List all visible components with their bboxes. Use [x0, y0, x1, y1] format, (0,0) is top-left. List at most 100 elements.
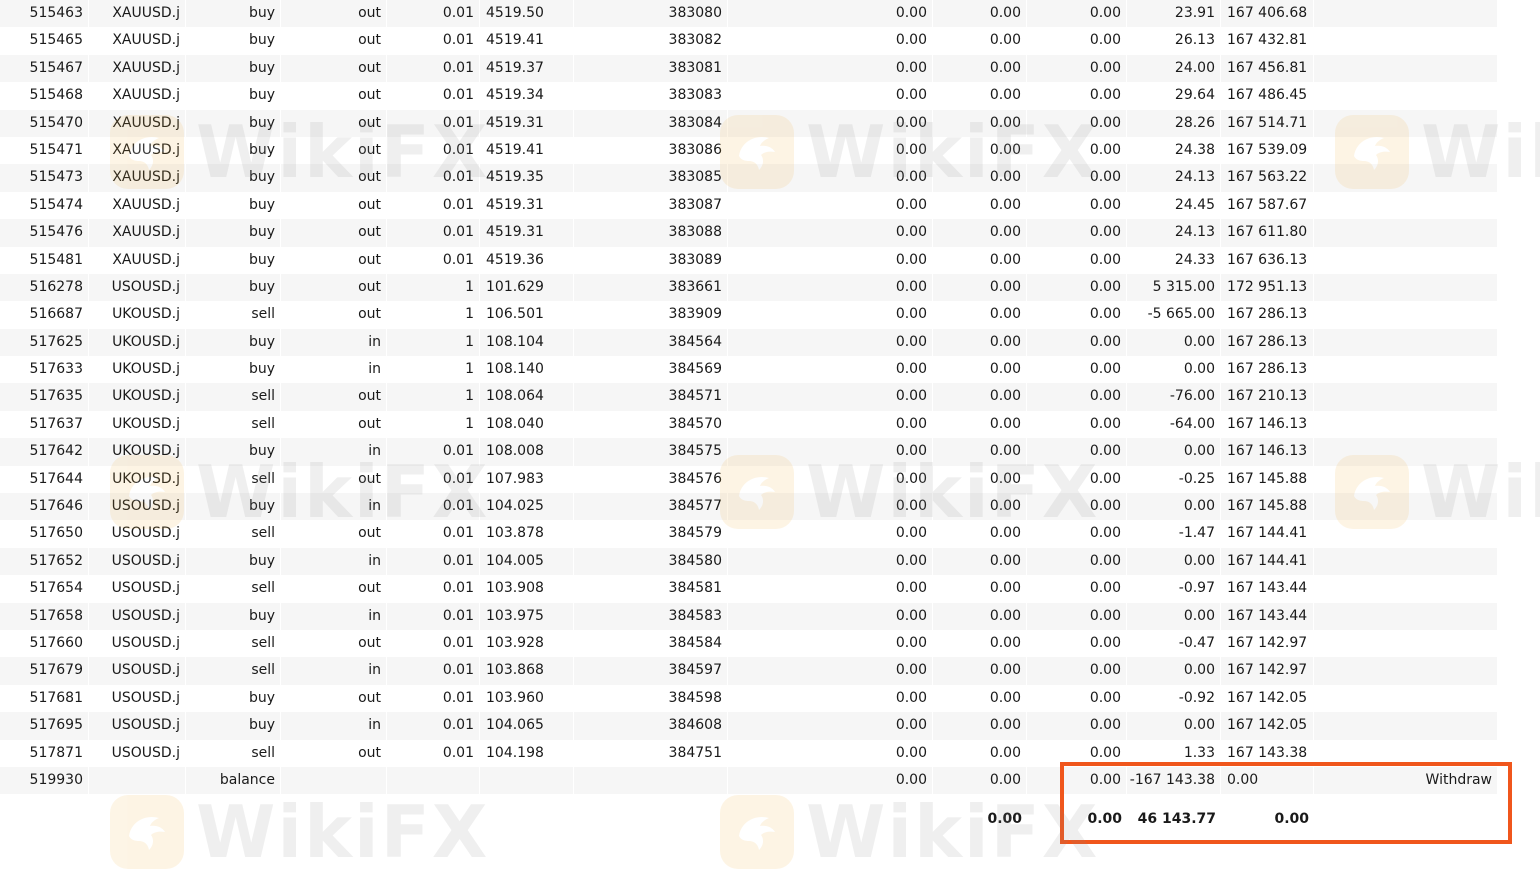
table-row[interactable]: 516278 USOUSD.j buy out 1 101.629 383661 0.00 0.…	[0, 273, 1498, 302]
table-row[interactable]: 517644 UKOUSD.j sell out 0.01 107.983 384576 0.…	[0, 465, 1498, 494]
table-row[interactable]: 515467 XAUUSD.j buy out 0.01 4519.37 383081 0.0…	[0, 54, 1498, 83]
cell-comment	[1314, 657, 1498, 685]
cell-order: 383909	[574, 301, 728, 329]
cell-price: 4519.50	[480, 0, 574, 28]
cell-profit: -1.47	[1127, 520, 1221, 548]
table-row[interactable]: 515473 XAUUSD.j buy out 0.01 4519.35 383085 0.0…	[0, 164, 1498, 192]
cell-direction: out	[281, 164, 387, 192]
table-row[interactable]: 517681 USOUSD.j buy out 0.01 103.960 384598 0.0…	[0, 684, 1498, 713]
table-row[interactable]: 515471 XAUUSD.j buy out 0.01 4519.41 383086 0.0…	[0, 136, 1498, 165]
table-row[interactable]: 517871 USOUSD.j sell out 0.01 104.198 384751 0.…	[0, 739, 1498, 767]
cell-price: 104.065	[480, 712, 574, 740]
cell-direction	[281, 766, 387, 795]
cell-swap: 0.00	[1027, 684, 1127, 713]
table-row[interactable]: 517646 USOUSD.j buy in 0.01 104.025 384577 0.00…	[0, 493, 1498, 521]
table-row[interactable]: 517642 UKOUSD.j buy in 0.01 108.008 384575 0.00…	[0, 438, 1498, 466]
cell-direction: in	[281, 712, 387, 740]
cell-direction: out	[281, 219, 387, 247]
cell-volume: 1	[387, 328, 480, 357]
cell-order: 383081	[574, 54, 728, 83]
cell-order: 383086	[574, 136, 728, 165]
cell-deal: 515470	[0, 109, 89, 137]
cell-direction: in	[281, 328, 387, 357]
table-row[interactable]: 515468 XAUUSD.j buy out 0.01 4519.34 383083 0.0…	[0, 82, 1498, 110]
cell-direction: out	[281, 410, 387, 439]
cell-deal: 517695	[0, 712, 89, 740]
cell-profit: 24.45	[1127, 191, 1221, 220]
table-row[interactable]: 517658 USOUSD.j buy in 0.01 103.975 384583 0.00…	[0, 602, 1498, 630]
cell-type: sell	[186, 410, 281, 439]
cell-fee: 0.00	[933, 109, 1027, 137]
cell-deal: 515467	[0, 54, 89, 83]
cell-order: 384598	[574, 684, 728, 713]
cell-profit: 29.64	[1127, 82, 1221, 110]
cell-symbol: UKOUSD.j	[89, 328, 186, 357]
cell-fee: 0.00	[933, 575, 1027, 603]
cell-balance: 167 432.81	[1221, 27, 1314, 55]
cell-volume: 0.01	[387, 547, 480, 576]
cell-order: 383080	[574, 0, 728, 28]
table-row[interactable]: 517654 USOUSD.j sell out 0.01 103.908 384581 0.…	[0, 575, 1498, 603]
cell-order: 384575	[574, 438, 728, 466]
cell-volume: 0.01	[387, 602, 480, 630]
cell-price: 4519.41	[480, 136, 574, 165]
table-row[interactable]: 519930 balance 0.00 0.00 0.00 -167 143.38 0.00…	[0, 766, 1498, 795]
cell-swap: 0.00	[1027, 520, 1127, 548]
cell-symbol: XAUUSD.j	[89, 27, 186, 55]
cell-price: 108.064	[480, 383, 574, 411]
cell-comment	[1314, 273, 1498, 302]
cell-balance: 167 146.13	[1221, 438, 1314, 466]
table-row[interactable]: 517660 USOUSD.j sell out 0.01 103.928 384584 0.…	[0, 629, 1498, 658]
cell-fee: 0.00	[933, 27, 1027, 55]
cell-order: 383089	[574, 246, 728, 274]
cell-deal: 517660	[0, 629, 89, 658]
cell-balance: 172 951.13	[1221, 273, 1314, 302]
cell-commission: 0.00	[728, 575, 933, 603]
cell-symbol: UKOUSD.j	[89, 356, 186, 384]
total-profit: 46 143.77	[1137, 811, 1216, 828]
cell-swap: 0.00	[1027, 27, 1127, 55]
table-row[interactable]: 515474 XAUUSD.j buy out 0.01 4519.31 383087 0.0…	[0, 191, 1498, 220]
cell-comment	[1314, 246, 1498, 274]
cell-comment	[1314, 0, 1498, 28]
cell-fee: 0.00	[933, 629, 1027, 658]
cell-fee: 0.00	[933, 273, 1027, 302]
table-row[interactable]: 515476 XAUUSD.j buy out 0.01 4519.31 383088 0.0…	[0, 219, 1498, 247]
cell-type: sell	[186, 629, 281, 658]
cell-direction: out	[281, 0, 387, 28]
cell-balance: 167 563.22	[1221, 164, 1314, 192]
cell-deal: 517658	[0, 602, 89, 630]
cell-balance: 167 406.68	[1221, 0, 1314, 28]
cell-deal: 517652	[0, 547, 89, 576]
table-row[interactable]: 515481 XAUUSD.j buy out 0.01 4519.36 383089 0.0…	[0, 246, 1498, 274]
cell-price: 103.960	[480, 684, 574, 713]
cell-direction: out	[281, 136, 387, 165]
table-row[interactable]: 517633 UKOUSD.j buy in 1 108.140 384569 0.00 0.0…	[0, 356, 1498, 384]
cell-symbol: USOUSD.j	[89, 712, 186, 740]
table-row[interactable]: 517650 USOUSD.j sell out 0.01 103.878 384579 0.…	[0, 520, 1498, 548]
cell-balance: 167 486.45	[1221, 82, 1314, 110]
cell-fee: 0.00	[933, 246, 1027, 274]
table-row[interactable]: 517679 USOUSD.j sell in 0.01 103.868 384597 0.0…	[0, 657, 1498, 685]
cell-direction: out	[281, 383, 387, 411]
cell-order: 384579	[574, 520, 728, 548]
table-row[interactable]: 515470 XAUUSD.j buy out 0.01 4519.31 383084 0.0…	[0, 109, 1498, 137]
cell-profit: -0.47	[1127, 629, 1221, 658]
table-row[interactable]: 517695 USOUSD.j buy in 0.01 104.065 384608 0.00…	[0, 712, 1498, 740]
cell-profit: 24.00	[1127, 54, 1221, 83]
cell-direction: out	[281, 739, 387, 767]
table-row[interactable]: 517652 USOUSD.j buy in 0.01 104.005 384580 0.00…	[0, 547, 1498, 576]
cell-volume: 1	[387, 383, 480, 411]
cell-price: 4519.36	[480, 246, 574, 274]
cell-direction: out	[281, 575, 387, 603]
cell-price: 4519.41	[480, 27, 574, 55]
table-row[interactable]: 515465 XAUUSD.j buy out 0.01 4519.41 383082 0.0…	[0, 27, 1498, 55]
cell-swap: 0.00	[1027, 191, 1127, 220]
table-row[interactable]: 516687 UKOUSD.j sell out 1 106.501 383909 0.00 0…	[0, 301, 1498, 329]
cell-swap: 0.00	[1027, 465, 1127, 494]
table-row[interactable]: 517625 UKOUSD.j buy in 1 108.104 384564 0.00 0.0…	[0, 328, 1498, 357]
table-row[interactable]: 517637 UKOUSD.j sell out 1 108.040 384570 0.00 0…	[0, 410, 1498, 439]
table-row[interactable]: 517635 UKOUSD.j sell out 1 108.064 384571 0.00 0…	[0, 383, 1498, 411]
table-row[interactable]: 515463 XAUUSD.j buy out 0.01 4519.50 383080 0.0…	[0, 0, 1498, 28]
cell-commission: 0.00	[728, 493, 933, 521]
